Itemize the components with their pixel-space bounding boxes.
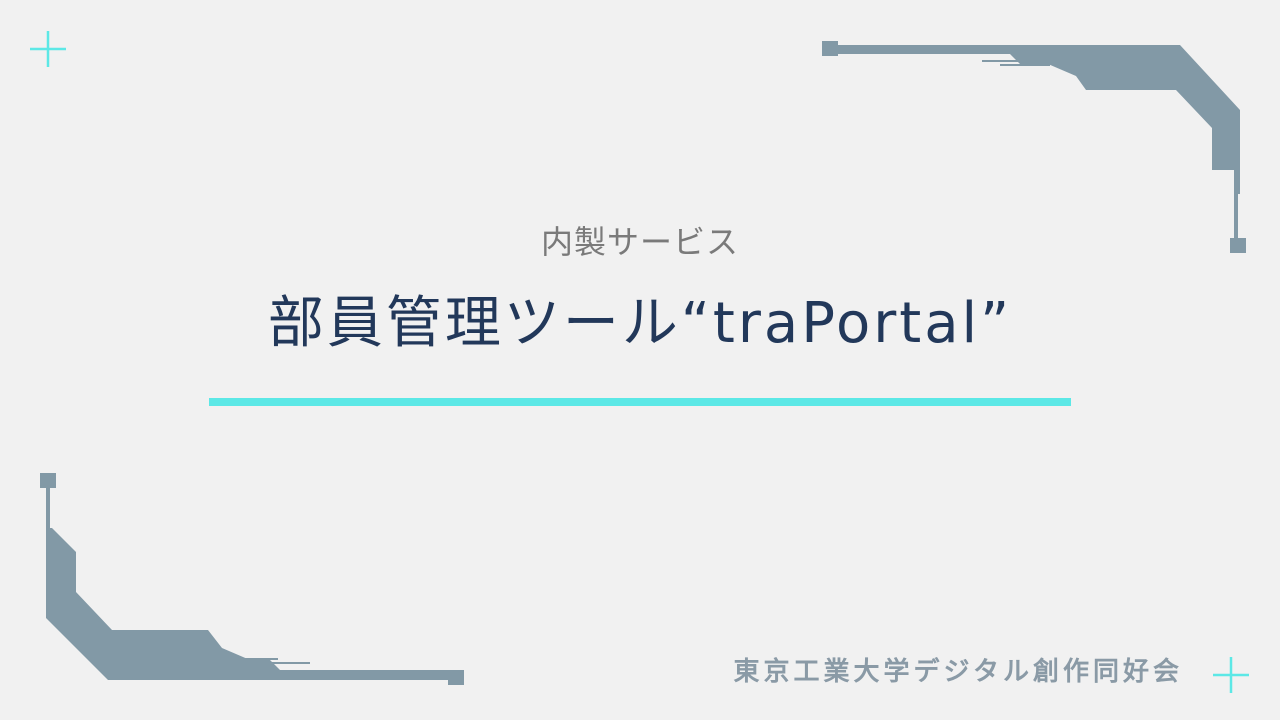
circuit-frame-bottom-left xyxy=(40,473,464,685)
slide-title: 部員管理ツール“traPortal” xyxy=(267,291,1013,356)
slide: 内製サービス 部員管理ツール“traPortal” 東京工業大学デジタル創作同好… xyxy=(0,0,1280,720)
organization-name: 東京工業大学デジタル創作同好会 xyxy=(733,657,1183,687)
title-underline xyxy=(209,398,1071,406)
plus-icon-top-left xyxy=(30,31,66,67)
slide-subtitle: 内製サービス xyxy=(540,223,739,261)
plus-icon-bottom-right xyxy=(1213,657,1249,693)
